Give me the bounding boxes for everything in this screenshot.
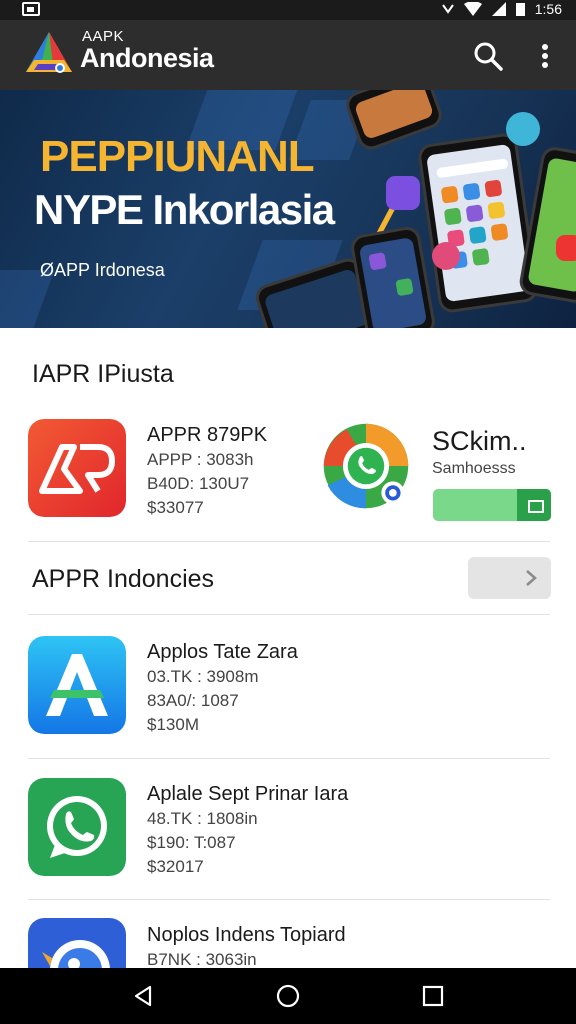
floating-app-icon	[556, 235, 576, 261]
signal-dot-icon	[441, 4, 454, 14]
status-bar: 1:56	[0, 0, 576, 20]
status-time: 1:56	[534, 1, 562, 17]
app-bar: AAPK Andonesia	[0, 20, 576, 90]
app-name: Noplos Indens Topiard	[147, 924, 346, 946]
status-icons: 1:56	[441, 1, 562, 17]
app-meta-line: $32017	[147, 857, 204, 876]
app-meta-line: $190: T:087	[147, 833, 236, 852]
app-name: SCkim..	[432, 426, 527, 456]
app-meta-line: 48.TK : 1808in	[147, 809, 258, 828]
floating-app-icon	[386, 176, 420, 210]
recents-icon[interactable]	[421, 984, 445, 1008]
floating-app-icon	[432, 242, 460, 270]
app-name: Aplale Sept Prinar Iara	[147, 783, 349, 805]
app-meta-line: 83A0/: 1087	[147, 691, 239, 710]
app-meta-line: $33077	[147, 498, 204, 517]
banner-subheadline: NYPE Inkorlasia	[34, 186, 335, 233]
whatsapp-icon	[28, 778, 126, 876]
app-meta-line: B40D: 130U7	[147, 474, 250, 493]
section-title-indonesia: APPR Indoncies	[32, 565, 215, 593]
floating-app-icon	[506, 112, 540, 146]
promo-banner[interactable]: PEPPIUNANL NYPE Inkorlasia ØAPP Irdonesa	[0, 90, 576, 328]
back-icon[interactable]	[131, 984, 155, 1008]
download-icon	[517, 489, 551, 521]
section-title-featured: IAPR IPiusta	[32, 360, 174, 388]
search-icon[interactable]	[472, 40, 504, 72]
app-logo-icon	[26, 32, 72, 73]
system-nav-bar	[0, 968, 576, 1024]
image-icon	[22, 2, 40, 16]
see-more-button[interactable]	[468, 557, 551, 599]
more-vert-icon[interactable]	[534, 40, 556, 72]
app-meta-line: APPP : 3083h	[147, 450, 254, 469]
chevron-right-icon	[526, 570, 537, 586]
home-icon[interactable]	[276, 984, 300, 1008]
battery-icon	[515, 3, 525, 16]
app-title: Andonesia	[80, 43, 214, 73]
wifi-icon	[463, 2, 482, 16]
app-meta-line: $130M	[147, 715, 199, 734]
app-subtitle: Samhoesss	[432, 460, 516, 477]
divider	[28, 899, 550, 900]
banner-caption: ØAPP Irdonesa	[40, 260, 165, 280]
ap-logo-icon	[28, 419, 126, 517]
app-store-icon	[28, 636, 126, 734]
banner-headline: PEPPIUNANL	[40, 132, 315, 181]
app-name: Applos Tate Zara	[147, 641, 298, 663]
divider	[28, 541, 550, 542]
install-button[interactable]	[433, 489, 551, 521]
app-name: APPR 879PK	[147, 424, 268, 446]
app-meta-line: 03.TK : 3908m	[147, 667, 259, 686]
whatsapp-icon	[323, 423, 409, 509]
divider	[28, 614, 550, 615]
divider	[28, 758, 550, 759]
signal-icon	[491, 2, 506, 16]
phone-illustration	[348, 224, 438, 328]
